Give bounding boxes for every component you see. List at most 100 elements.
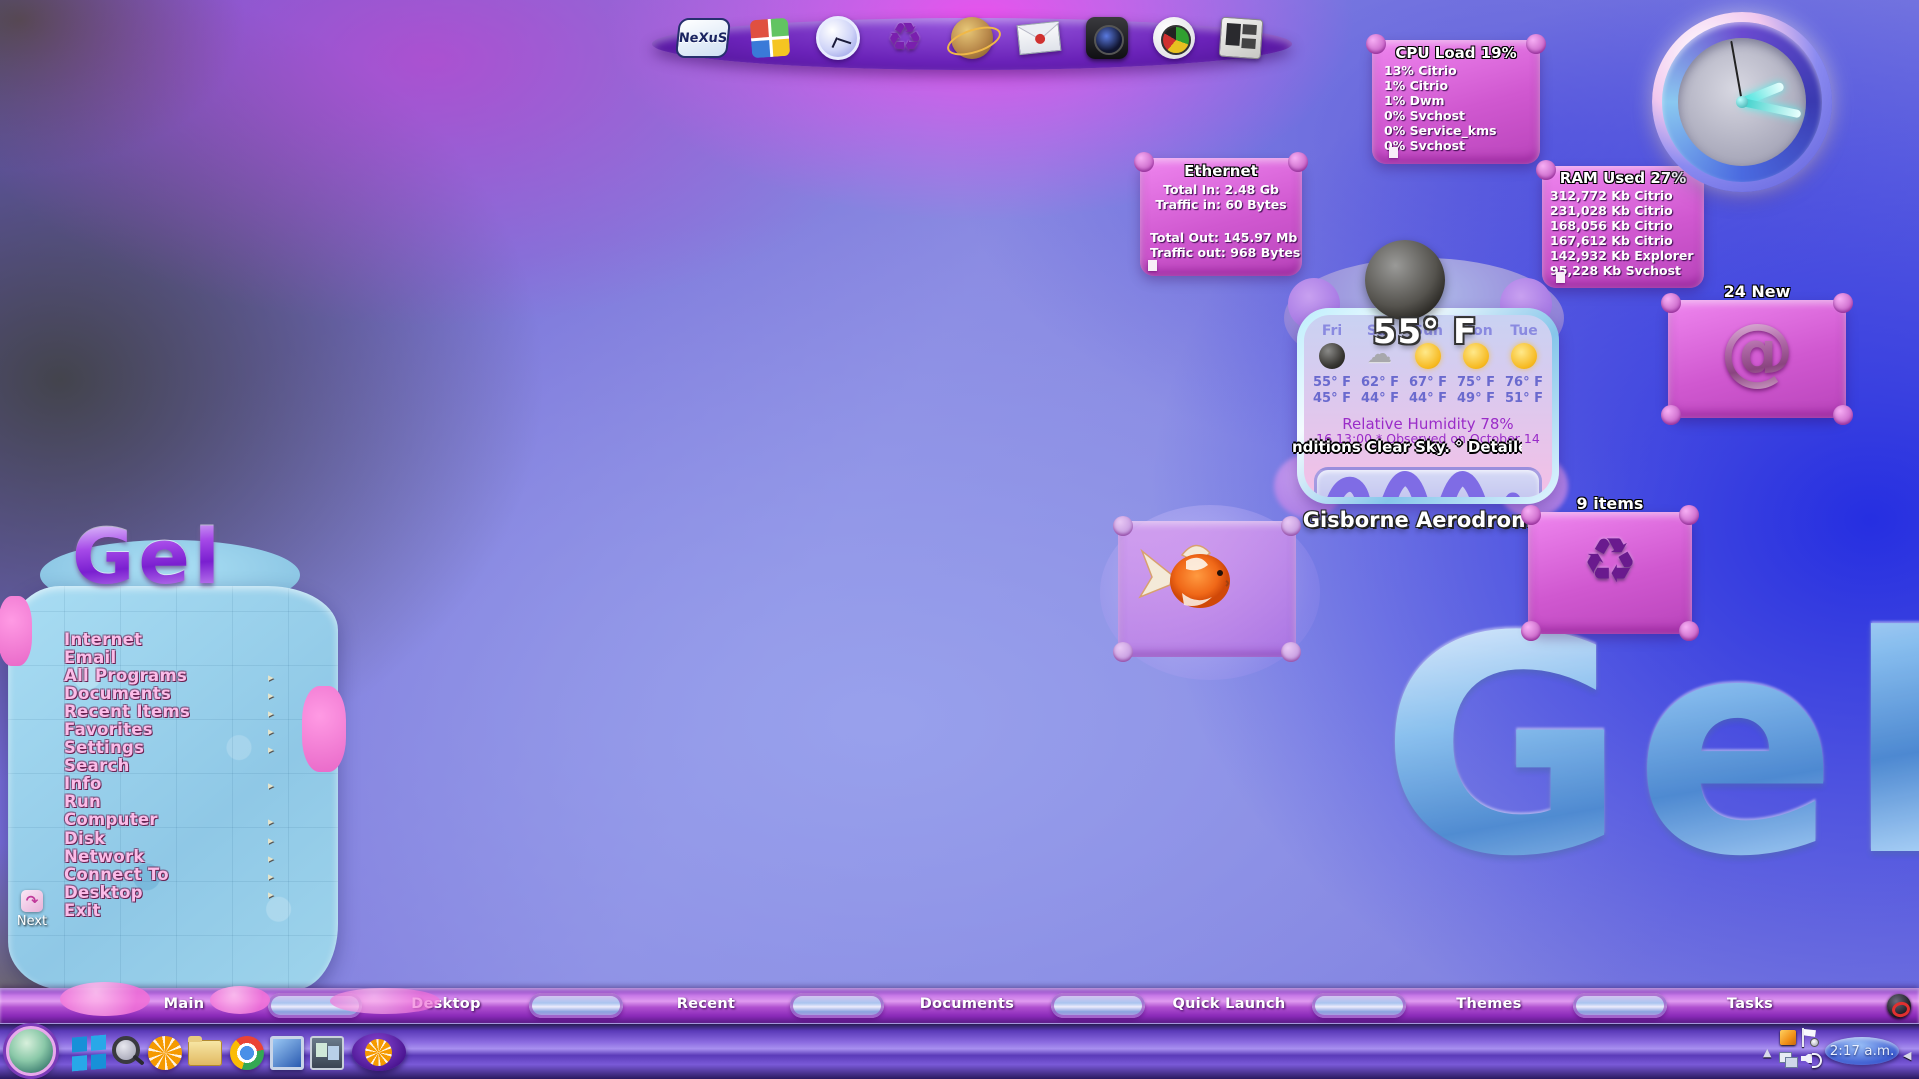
tray-expand-icon[interactable] (1763, 1041, 1777, 1055)
clock-hub (1736, 96, 1748, 108)
pink-puzzle-piece (0, 596, 32, 666)
start-menu-logo: Gel (72, 512, 224, 601)
recycle-bin-widget[interactable]: 9 items ♻ (1528, 512, 1692, 634)
next-arrow-icon: ↷ (21, 890, 43, 912)
start-button[interactable] (6, 1026, 56, 1076)
pink-puzzle-piece (302, 686, 346, 772)
submenu-arrow-icon (268, 702, 278, 721)
cpu-process: 1% Citrio (1384, 78, 1497, 93)
gauge-icon[interactable] (1151, 15, 1197, 61)
gel-blob (60, 982, 150, 1016)
mail-icon[interactable] (1016, 15, 1062, 61)
taskbar-clock[interactable]: 2:17 a.m. (1825, 1037, 1899, 1065)
weather-squiggle-panel (1314, 467, 1542, 497)
ethernet-total-out: Total Out: 145.97 Mb (1150, 230, 1300, 245)
cpu-widget[interactable]: CPU Load 19% 13% Citrio 1% Citrio 1% Dwm… (1372, 40, 1540, 164)
menu-item-run[interactable]: Run (64, 793, 304, 811)
conditions-ticker[interactable]: nditions Clear Sky. ° Detailed (1292, 438, 1522, 456)
tab-recent[interactable]: Recent (677, 996, 735, 1012)
menu-item-recent-items[interactable]: Recent Items (64, 702, 304, 720)
menu-item-connect-to[interactable]: Connect To (64, 865, 304, 883)
desktop-icon-next[interactable]: ↷ Next (4, 890, 60, 929)
recycle-count: 9 items (1528, 494, 1692, 513)
ethernet-widget[interactable]: Ethernet Total In: 2.48 Gb Traffic in: 6… (1140, 158, 1302, 276)
gel-watermark: Gel (1380, 598, 1919, 898)
ram-process: 142,932 Kb Explorer (1550, 248, 1694, 263)
camera-icon[interactable] (1084, 15, 1130, 61)
tabbar-orb-icon[interactable] (1887, 994, 1911, 1018)
ram-process: 95,228 Kb Svchost (1550, 263, 1694, 278)
menu-item-documents[interactable]: Documents (64, 684, 304, 702)
nexus-icon[interactable]: NeXuS (680, 15, 726, 61)
fish-tank-widget[interactable] (1100, 505, 1320, 680)
cpu-title: CPU Load 19% (1372, 44, 1540, 62)
weather-widget[interactable]: Fri 55° F 45° F Sat 62° F 44° F Sun (1280, 240, 1570, 540)
analog-clock-widget[interactable] (1652, 12, 1832, 192)
submenu-arrow-icon (268, 883, 278, 902)
clock-icon[interactable] (815, 15, 861, 61)
ethernet-title: Ethernet (1140, 162, 1302, 180)
menu-item-internet[interactable]: Internet (64, 630, 304, 648)
flag-reminder-icon[interactable] (1801, 1028, 1819, 1047)
resize-handle[interactable] (1148, 260, 1157, 271)
volume-icon[interactable] (1801, 1050, 1821, 1067)
display-icon[interactable] (270, 1036, 304, 1070)
menu-item-disk[interactable]: Disk (64, 829, 304, 847)
windows-taskbar-icon[interactable] (72, 1035, 106, 1072)
file-explorer-icon[interactable] (188, 1036, 222, 1070)
menu-item-favorites[interactable]: Favorites (64, 720, 304, 738)
windows-icon[interactable] (747, 15, 793, 61)
resize-handle[interactable] (1389, 147, 1398, 158)
show-desktop-icon[interactable] (310, 1036, 344, 1070)
ram-process: 231,028 Kb Citrio (1550, 203, 1694, 218)
menu-item-all-programs[interactable]: All Programs (64, 666, 304, 684)
chrome-icon[interactable] (230, 1036, 264, 1070)
recycle-icon[interactable]: ♻ (882, 15, 928, 61)
tray-collapse-icon[interactable] (1903, 1044, 1915, 1058)
desktop: Gel NeXuS ♻ CPU Load 19% 13% Citrio 1% C… (0, 0, 1919, 1079)
current-temp: 55° F (1280, 312, 1570, 352)
chain-link (1312, 993, 1406, 1018)
menu-item-network[interactable]: Network (64, 847, 304, 865)
nexus-launcher-icon[interactable] (352, 1033, 406, 1071)
menu-item-info[interactable]: Info (64, 775, 304, 793)
cpu-process: 1% Dwm (1384, 93, 1497, 108)
submenu-arrow-icon (268, 720, 278, 739)
chain-link (790, 993, 884, 1018)
search-icon[interactable] (110, 1036, 144, 1070)
submenu-arrow-icon (268, 810, 278, 829)
mail-widget[interactable]: 24 New @ (1668, 300, 1846, 418)
pie-launcher-icon[interactable] (148, 1036, 182, 1070)
menu-item-search[interactable]: Search (64, 757, 304, 775)
printer-icon[interactable] (1218, 15, 1264, 61)
mail-count: 24 New (1668, 282, 1846, 301)
tab-documents[interactable]: Documents (920, 996, 1014, 1012)
ram-process: 312,772 Kb Citrio (1550, 188, 1694, 203)
tab-main[interactable]: Main (164, 996, 205, 1012)
network-icon[interactable] (1779, 1052, 1797, 1067)
package-icon[interactable] (1780, 1030, 1796, 1045)
start-menu-items: Internet Email All Programs Documents Re… (64, 630, 304, 920)
menu-item-exit[interactable]: Exit (64, 901, 304, 919)
gel-blob (330, 988, 440, 1014)
tab-quick-launch[interactable]: Quick Launch (1172, 996, 1285, 1012)
tab-themes[interactable]: Themes (1456, 996, 1521, 1012)
moon-phase-icon (1365, 240, 1445, 320)
gel-blob (210, 986, 270, 1014)
goldfish-icon (1138, 535, 1248, 620)
tab-tasks[interactable]: Tasks (1727, 996, 1773, 1012)
ram-process: 168,056 Kb Citrio (1550, 218, 1694, 233)
menu-item-computer[interactable]: Computer (64, 811, 304, 829)
nexus-badge: NeXuS (675, 18, 731, 58)
ram-process: 167,612 Kb Citrio (1550, 233, 1694, 248)
menu-item-email[interactable]: Email (64, 648, 304, 666)
next-label: Next (4, 914, 60, 929)
menu-item-settings[interactable]: Settings (64, 739, 304, 757)
globe-icon[interactable] (949, 15, 995, 61)
nexus-dock: NeXuS ♻ (652, 8, 1292, 72)
ethernet-traffic-out: Traffic out: 968 Bytes (1150, 245, 1300, 260)
menu-item-desktop[interactable]: Desktop (64, 883, 304, 901)
cpu-process: 0% Service_kms (1384, 123, 1497, 138)
chain-link (1573, 993, 1667, 1018)
cpu-process: 0% Svchost (1384, 138, 1497, 153)
